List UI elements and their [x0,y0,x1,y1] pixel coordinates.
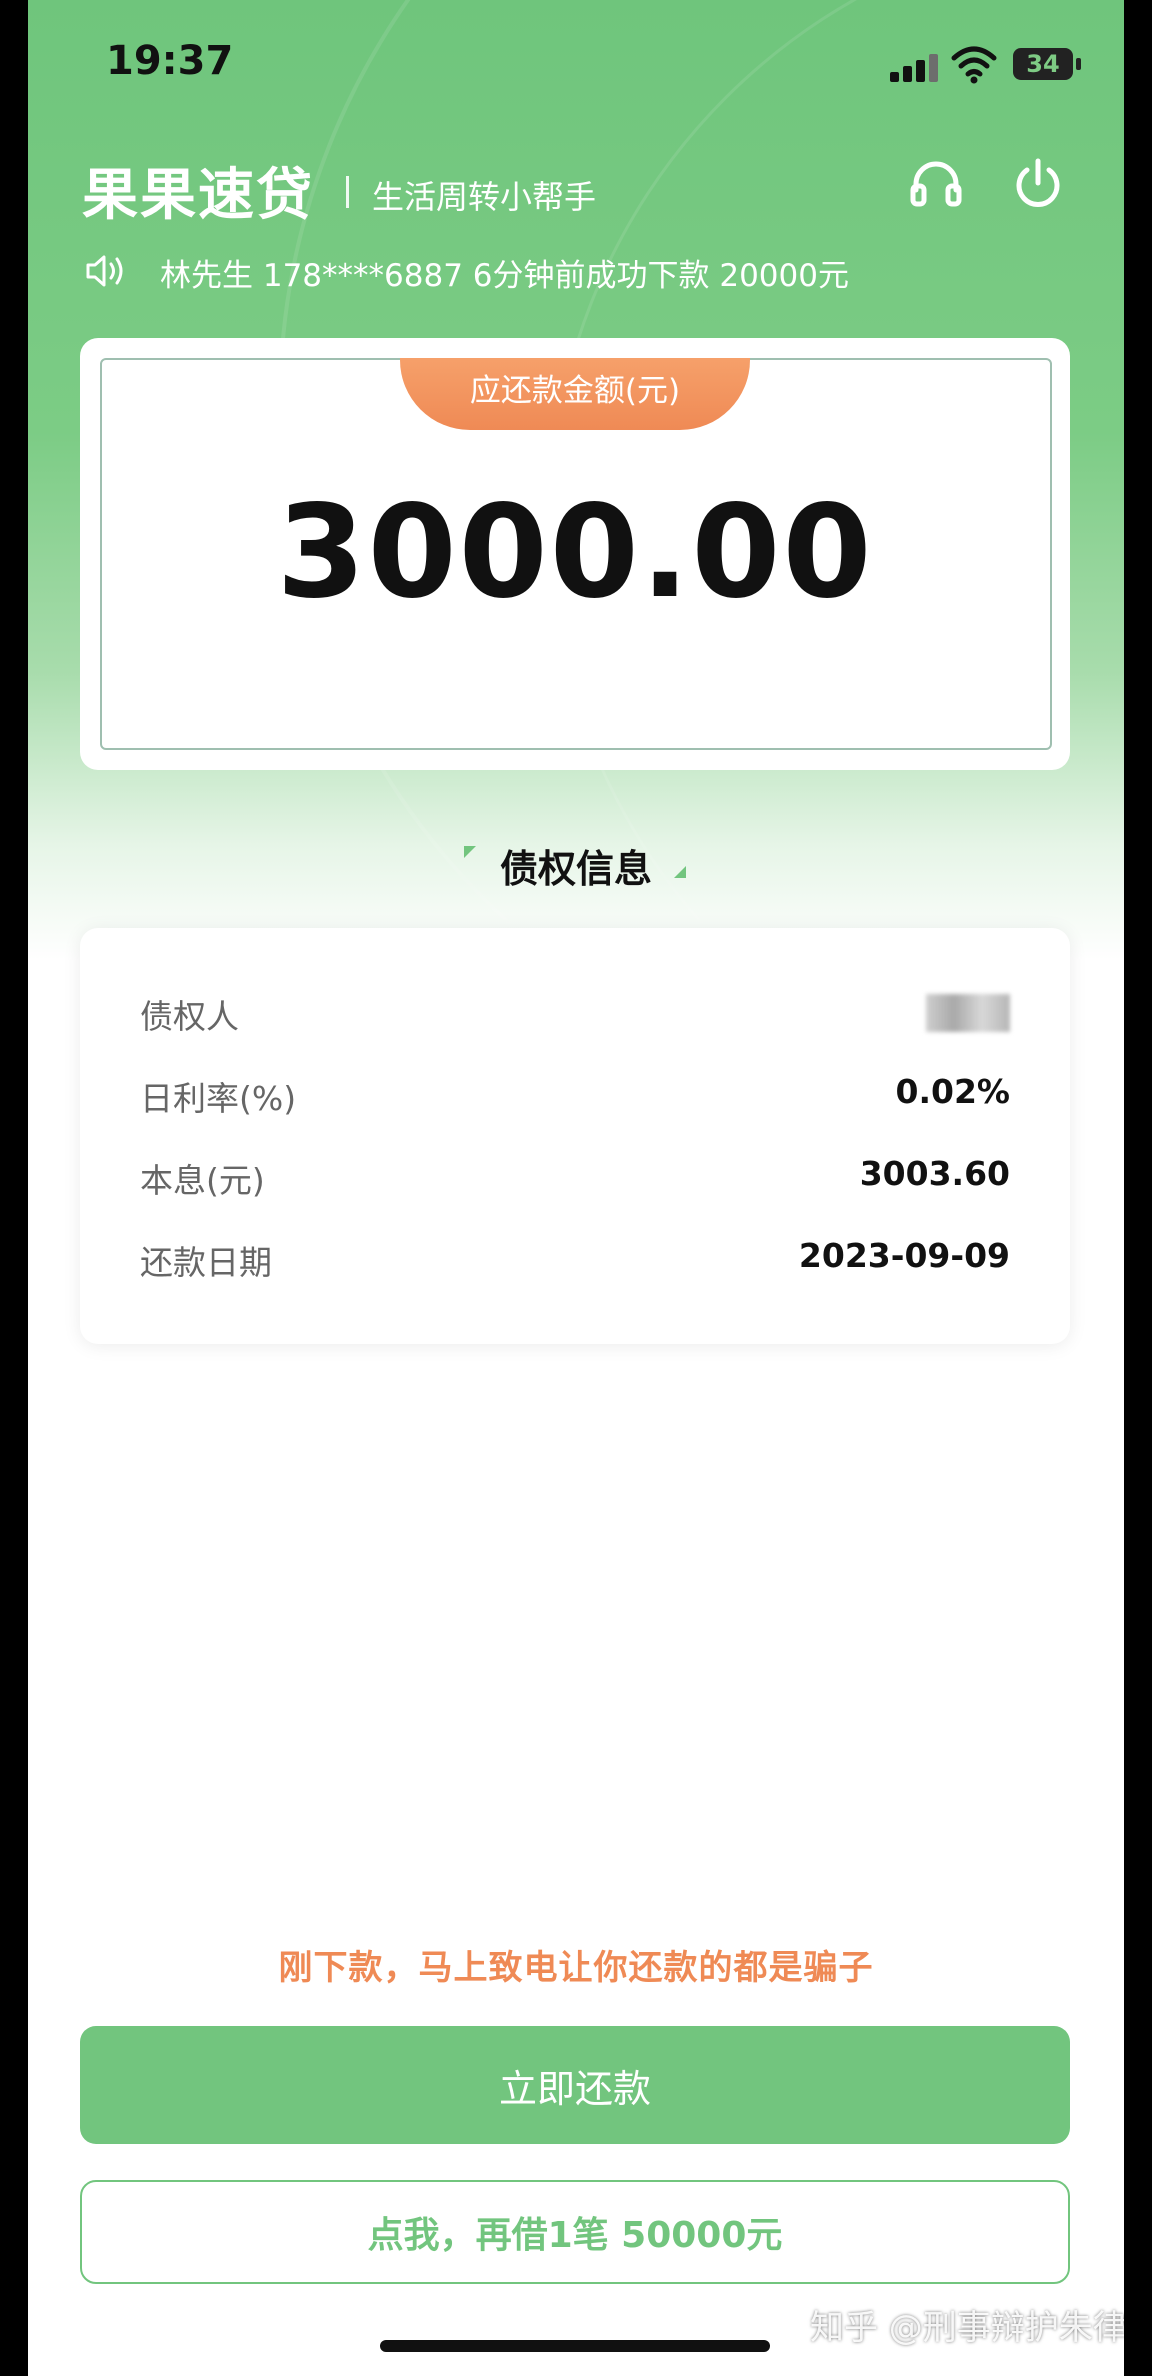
battery-tip [1076,58,1081,70]
right-black-edge [1124,0,1152,2376]
headset-icon[interactable] [908,156,964,212]
amount-due-value: 3000.00 [276,478,874,627]
info-row-daily-rate: 日利率(%) 0.02% [140,1072,1010,1122]
info-row-repay-date: 还款日期 2023-09-09 [140,1236,1010,1286]
status-time: 19:37 [106,38,234,84]
info-label: 还款日期 [140,1243,272,1282]
redacted-creditor-name [926,994,1010,1032]
section-title: 债权信息 [499,847,652,891]
home-indicator[interactable] [380,2340,770,2352]
amount-due-card: 应还款金额(元) 3000.00 [80,338,1070,770]
info-value: 2023-09-09 [798,1236,1010,1275]
info-value: 0.02% [895,1072,1011,1111]
left-black-edge [0,0,28,2376]
battery-icon: 34 [1013,48,1073,80]
power-icon[interactable] [1010,156,1066,212]
wifi-icon [951,46,997,84]
corner-decor-icon [674,866,686,878]
app-tagline: 生活周转小帮手 [372,178,597,216]
info-label: 债权人 [140,997,239,1036]
repay-now-button[interactable]: 立即还款 [80,2026,1070,2144]
info-row-creditor: 债权人 [140,990,1010,1040]
info-label: 本息(元) [140,1161,265,1200]
loan-notice-marquee: 林先生 178****6887 6分钟前成功下款 20000元 [160,258,849,294]
info-row-principal-interest: 本息(元) 3003.60 [140,1154,1010,1204]
creditor-info-card: 债权人 日利率(%) 0.02% 本息(元) 3003.60 还款日期 2023… [80,928,1070,1344]
fraud-warning-text: 刚下款，马上致电让你还款的都是骗子 [278,1948,874,1988]
speaker-icon [86,255,123,287]
amount-due-label: 应还款金额(元) [400,358,750,430]
header-divider [346,176,349,208]
info-value: 3003.60 [859,1154,1010,1193]
cellular-signal-icon [890,52,942,82]
borrow-again-button[interactable]: 点我，再借1笔 50000元 [80,2180,1070,2284]
info-label: 日利率(%) [140,1079,297,1118]
app-name: 果果速贷 [82,163,314,228]
phone-screen: 19:37 34 果果速贷 生活周转小帮手 林先生 178****6887 6分… [28,0,1124,2376]
watermark: 知乎 @刑事辩护朱律 [810,2308,1124,2348]
